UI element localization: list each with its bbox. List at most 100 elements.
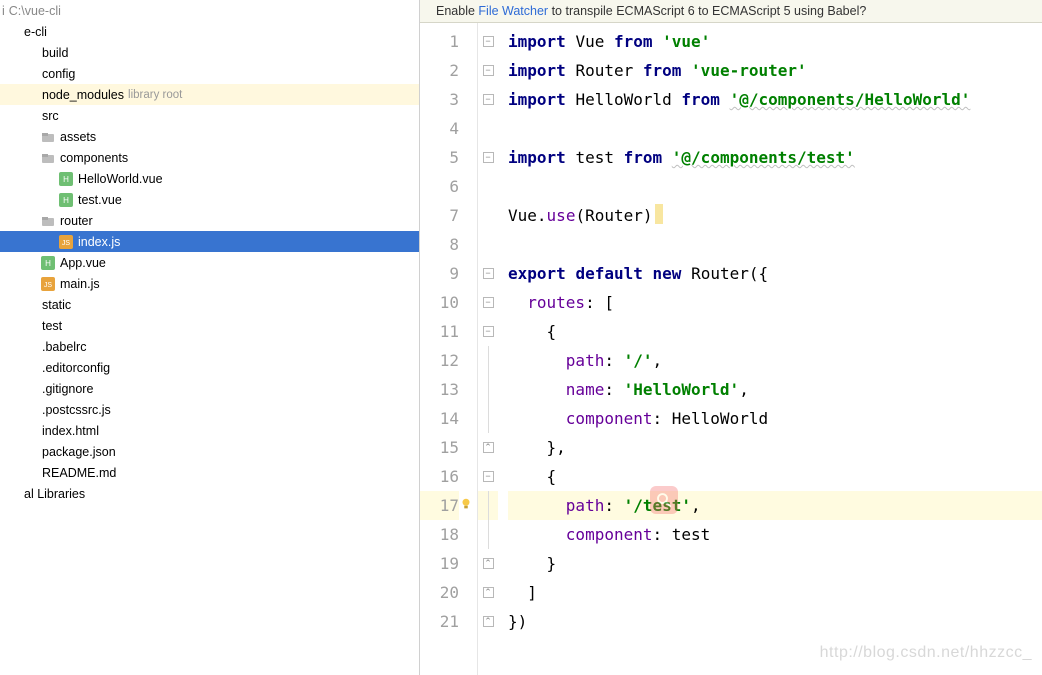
none-icon <box>22 444 38 460</box>
fold-open-icon[interactable]: − <box>483 471 494 482</box>
code-editor[interactable]: 123456789101112131415161718192021 −−−−−−… <box>420 23 1042 675</box>
project-tree-panel: i C:\vue-clie-clibuildconfignode_modules… <box>0 0 420 675</box>
fold-cell[interactable]: − <box>478 317 498 346</box>
tree-item[interactable]: al Libraries <box>0 483 419 504</box>
tree-item[interactable]: components <box>0 147 419 168</box>
code-line[interactable]: component: HelloWorld <box>508 404 1042 433</box>
tree-item-selected[interactable]: JSindex.js <box>0 231 419 252</box>
code-line[interactable] <box>508 114 1042 143</box>
tree-item[interactable]: .postcssrc.js <box>0 399 419 420</box>
tree-item-label: test.vue <box>78 193 126 207</box>
code-line[interactable]: name: 'HelloWorld', <box>508 375 1042 404</box>
tree-item[interactable]: router <box>0 210 419 231</box>
app-root: i C:\vue-clie-clibuildconfignode_modules… <box>0 0 1042 675</box>
tree-item[interactable]: README.md <box>0 462 419 483</box>
project-tree[interactable]: i C:\vue-clie-clibuildconfignode_modules… <box>0 0 419 675</box>
code-line[interactable]: component: test <box>508 520 1042 549</box>
tree-item[interactable]: Htest.vue <box>0 189 419 210</box>
code-line[interactable]: }, <box>508 433 1042 462</box>
fold-open-icon[interactable]: − <box>483 326 494 337</box>
fold-close-icon[interactable]: ⌃ <box>483 442 494 453</box>
fold-cell[interactable]: − <box>478 259 498 288</box>
code-line[interactable]: import Router from 'vue-router' <box>508 56 1042 85</box>
fold-cell[interactable]: − <box>478 56 498 85</box>
code-line[interactable]: routes: [ <box>508 288 1042 317</box>
tree-item-label: node_modules <box>42 88 128 102</box>
line-number: 14 <box>420 404 459 433</box>
code-line[interactable]: Vue.use(Router) <box>508 201 1042 230</box>
tree-item-label: package.json <box>42 445 120 459</box>
code-line[interactable] <box>508 230 1042 259</box>
line-number: 17 <box>420 491 459 520</box>
none-icon <box>4 486 20 502</box>
fold-cell <box>478 491 498 520</box>
fold-cell[interactable]: − <box>478 462 498 491</box>
fold-open-icon[interactable]: − <box>483 94 494 105</box>
code-line[interactable]: }) <box>508 607 1042 636</box>
tree-item[interactable]: i C:\vue-cli <box>0 0 419 21</box>
line-number: 18 <box>420 520 459 549</box>
tree-item[interactable]: node_moduleslibrary root <box>0 84 419 105</box>
code-line[interactable]: import test from '@/components/test' <box>508 143 1042 172</box>
code-line[interactable]: } <box>508 549 1042 578</box>
code-line[interactable]: { <box>508 462 1042 491</box>
tree-item[interactable]: index.html <box>0 420 419 441</box>
tree-item[interactable]: src <box>0 105 419 126</box>
fold-close-icon[interactable]: ⌃ <box>483 616 494 627</box>
none-icon <box>22 339 38 355</box>
code-line[interactable]: { <box>508 317 1042 346</box>
line-number: 10 <box>420 288 459 317</box>
fold-cell[interactable]: ⌃ <box>478 549 498 578</box>
fold-open-icon[interactable]: − <box>483 297 494 308</box>
code-line[interactable]: export default new Router({ <box>508 259 1042 288</box>
intention-bulb-icon[interactable] <box>459 497 473 511</box>
fold-open-icon[interactable]: − <box>483 36 494 47</box>
tree-item[interactable]: assets <box>0 126 419 147</box>
fold-cell[interactable]: − <box>478 143 498 172</box>
fold-close-icon[interactable]: ⌃ <box>483 558 494 569</box>
none-icon <box>22 66 38 82</box>
code-content[interactable]: import Vue from 'vue'import Router from … <box>498 23 1042 675</box>
tree-item[interactable]: e-cli <box>0 21 419 42</box>
tree-item[interactable]: HApp.vue <box>0 252 419 273</box>
code-line[interactable]: ] <box>508 578 1042 607</box>
code-line[interactable]: import HelloWorld from '@/components/Hel… <box>508 85 1042 114</box>
tree-item[interactable]: package.json <box>0 441 419 462</box>
line-number: 4 <box>420 114 459 143</box>
fold-cell[interactable]: − <box>478 288 498 317</box>
vuefile-icon: H <box>58 171 74 187</box>
tree-item[interactable]: .babelrc <box>0 336 419 357</box>
fold-close-icon[interactable]: ⌃ <box>483 587 494 598</box>
code-line[interactable]: path: '/', <box>508 346 1042 375</box>
svg-text:H: H <box>63 175 69 184</box>
tree-item[interactable]: test <box>0 315 419 336</box>
none-icon <box>22 360 38 376</box>
code-line[interactable]: path: '/test', <box>508 491 1042 520</box>
code-line[interactable] <box>508 172 1042 201</box>
fold-gutter[interactable]: − − − − − − − ⌃ − ⌃ ⌃ ⌃ <box>478 23 498 675</box>
fold-cell[interactable]: ⌃ <box>478 607 498 636</box>
file-watcher-link[interactable]: File Watcher <box>478 4 548 18</box>
fold-cell[interactable]: − <box>478 85 498 114</box>
fold-cell[interactable]: ⌃ <box>478 433 498 462</box>
tree-item[interactable]: HHelloWorld.vue <box>0 168 419 189</box>
vuefile-icon: H <box>58 192 74 208</box>
line-number: 11 <box>420 317 459 346</box>
fold-open-icon[interactable]: − <box>483 152 494 163</box>
code-line[interactable]: import Vue from 'vue' <box>508 27 1042 56</box>
fold-cell[interactable]: − <box>478 27 498 56</box>
tree-item[interactable]: JSmain.js <box>0 273 419 294</box>
tree-item[interactable]: .editorconfig <box>0 357 419 378</box>
tree-item-label: assets <box>60 130 100 144</box>
line-number: 5 <box>420 143 459 172</box>
line-number: 3 <box>420 85 459 114</box>
fold-open-icon[interactable]: − <box>483 268 494 279</box>
tree-item[interactable]: config <box>0 63 419 84</box>
file-watcher-notice[interactable]: Enable File Watcher to transpile ECMAScr… <box>420 0 1042 23</box>
fold-cell[interactable]: ⌃ <box>478 578 498 607</box>
tree-item[interactable]: static <box>0 294 419 315</box>
tree-item[interactable]: .gitignore <box>0 378 419 399</box>
fold-open-icon[interactable]: − <box>483 65 494 76</box>
editor-panel: Enable File Watcher to transpile ECMAScr… <box>420 0 1042 675</box>
tree-item[interactable]: build <box>0 42 419 63</box>
